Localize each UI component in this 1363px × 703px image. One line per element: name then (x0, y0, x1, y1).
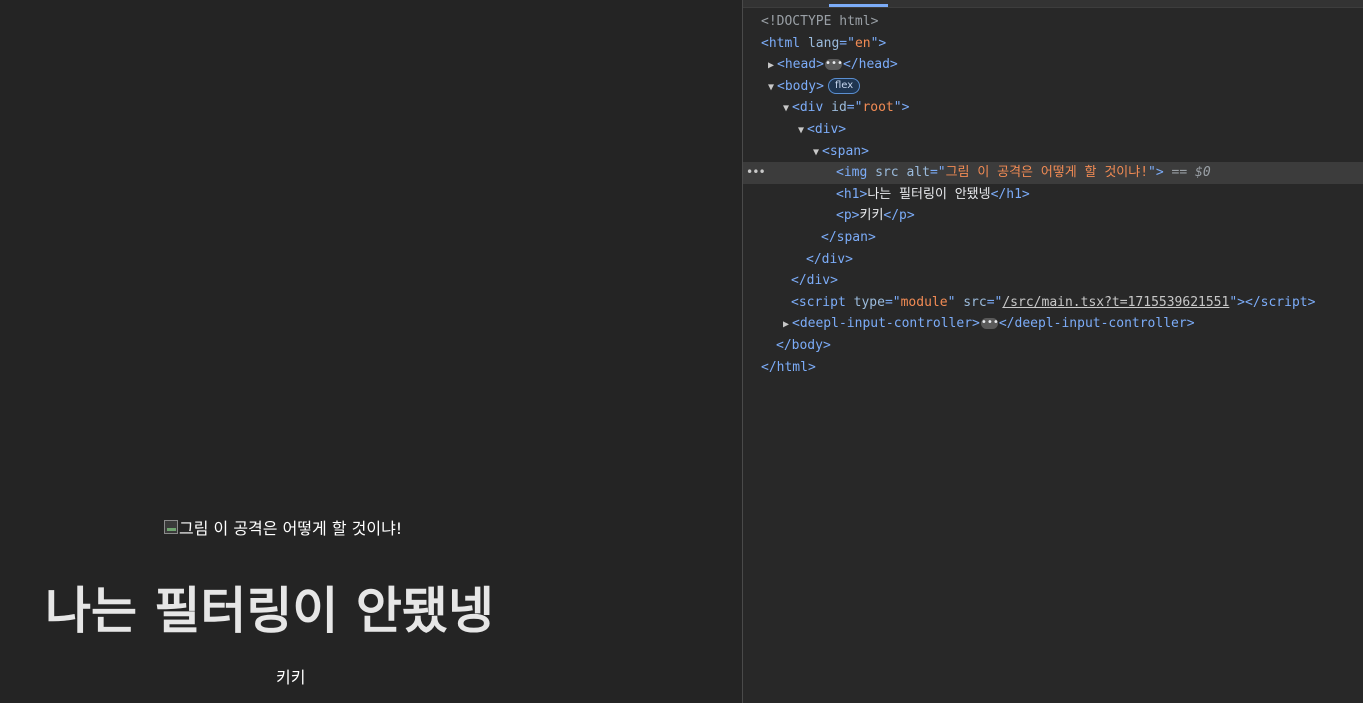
doctype-text: <!DOCTYPE html> (761, 14, 879, 29)
p-text: 키키 (859, 208, 884, 224)
broken-image: 그림 이 공격은 어떻게 할 것이냐! (164, 515, 402, 539)
tree-node-html-close[interactable]: </html> (743, 357, 1363, 379)
h1-text: 나는 필터링이 안됐넹 (867, 186, 991, 202)
collapsed-ellipsis-icon[interactable]: ••• (824, 59, 843, 71)
custom-element-open-name: deepl-input-controller (799, 316, 973, 332)
tree-node-p[interactable]: <p>키키</p> (743, 205, 1363, 227)
node-actions-icon[interactable]: ••• (746, 162, 766, 184)
tree-node-root-div-close[interactable]: </div> (743, 270, 1363, 292)
collapse-arrow-icon[interactable]: ▼ (780, 98, 792, 120)
active-tab-indicator (829, 4, 888, 7)
script-type-value: module (900, 294, 948, 310)
tree-node-span[interactable]: ▼ <span> (743, 141, 1363, 163)
page-heading: 나는 필터링이 안됐넹 (45, 582, 494, 640)
collapse-arrow-icon[interactable]: ▼ (795, 120, 807, 142)
collapse-arrow-icon[interactable]: ▼ (810, 142, 822, 164)
broken-image-icon (164, 520, 178, 534)
tree-node-deepl[interactable]: ▶ <deepl-input-controller>•••</deepl-inpu… (743, 313, 1363, 335)
script-src-link[interactable]: /src/main.tsx?t=1715539621551 (1002, 295, 1229, 310)
tree-node-body-close[interactable]: </body> (743, 335, 1363, 357)
page-paragraph: 키키 (276, 668, 306, 687)
html-lang-value: en (854, 35, 871, 51)
selected-node-marker: == $0 (1171, 165, 1211, 181)
tree-node-span-close[interactable]: </span> (743, 227, 1363, 249)
custom-element-close-name: deepl-input-controller (1014, 316, 1187, 332)
root-id-value: root (862, 100, 894, 116)
img-alt-value: 그림 이 공격은 어떻게 할 것이냐! (945, 165, 1149, 181)
tree-node-div-close[interactable]: </div> (743, 249, 1363, 271)
dom-tree: <!DOCTYPE html> <html lang="en"> ▶ <head>… (743, 11, 1363, 378)
collapsed-ellipsis-icon[interactable]: ••• (980, 318, 999, 330)
tree-node-body[interactable]: ▼ <body> flex (743, 76, 1363, 98)
tree-node-head[interactable]: ▶ <head>•••</head> (743, 54, 1363, 76)
collapse-arrow-icon[interactable]: ▼ (765, 77, 777, 99)
expand-arrow-icon[interactable]: ▶ (780, 314, 792, 336)
tree-node-div[interactable]: ▼ <div> (743, 119, 1363, 141)
flex-badge[interactable]: flex (827, 78, 861, 95)
tree-node-html[interactable]: <html lang="en"> (743, 33, 1363, 55)
tree-node-script[interactable]: <script type="module" src="/src/main.tsx… (743, 292, 1363, 314)
page-viewport: 그림 이 공격은 어떻게 할 것이냐! 나는 필터링이 안됐넹 키키 (0, 0, 742, 703)
expand-arrow-icon[interactable]: ▶ (765, 55, 777, 77)
devtools-elements-panel: <!DOCTYPE html> <html lang="en"> ▶ <head>… (743, 0, 1363, 703)
devtools-tab-bar (743, 0, 1363, 8)
tree-node-root-div[interactable]: ▼ <div id="root"> (743, 97, 1363, 119)
image-alt-text: 그림 이 공격은 어떻게 할 것이냐! (179, 519, 403, 538)
tree-node-img-selected[interactable]: ••• <img src alt="그림 이 공격은 어떻게 할 것이냐!"> … (743, 162, 1363, 184)
tree-node-doctype[interactable]: <!DOCTYPE html> (743, 11, 1363, 33)
tree-node-h1[interactable]: <h1>나는 필터링이 안됐넹</h1> (743, 184, 1363, 206)
